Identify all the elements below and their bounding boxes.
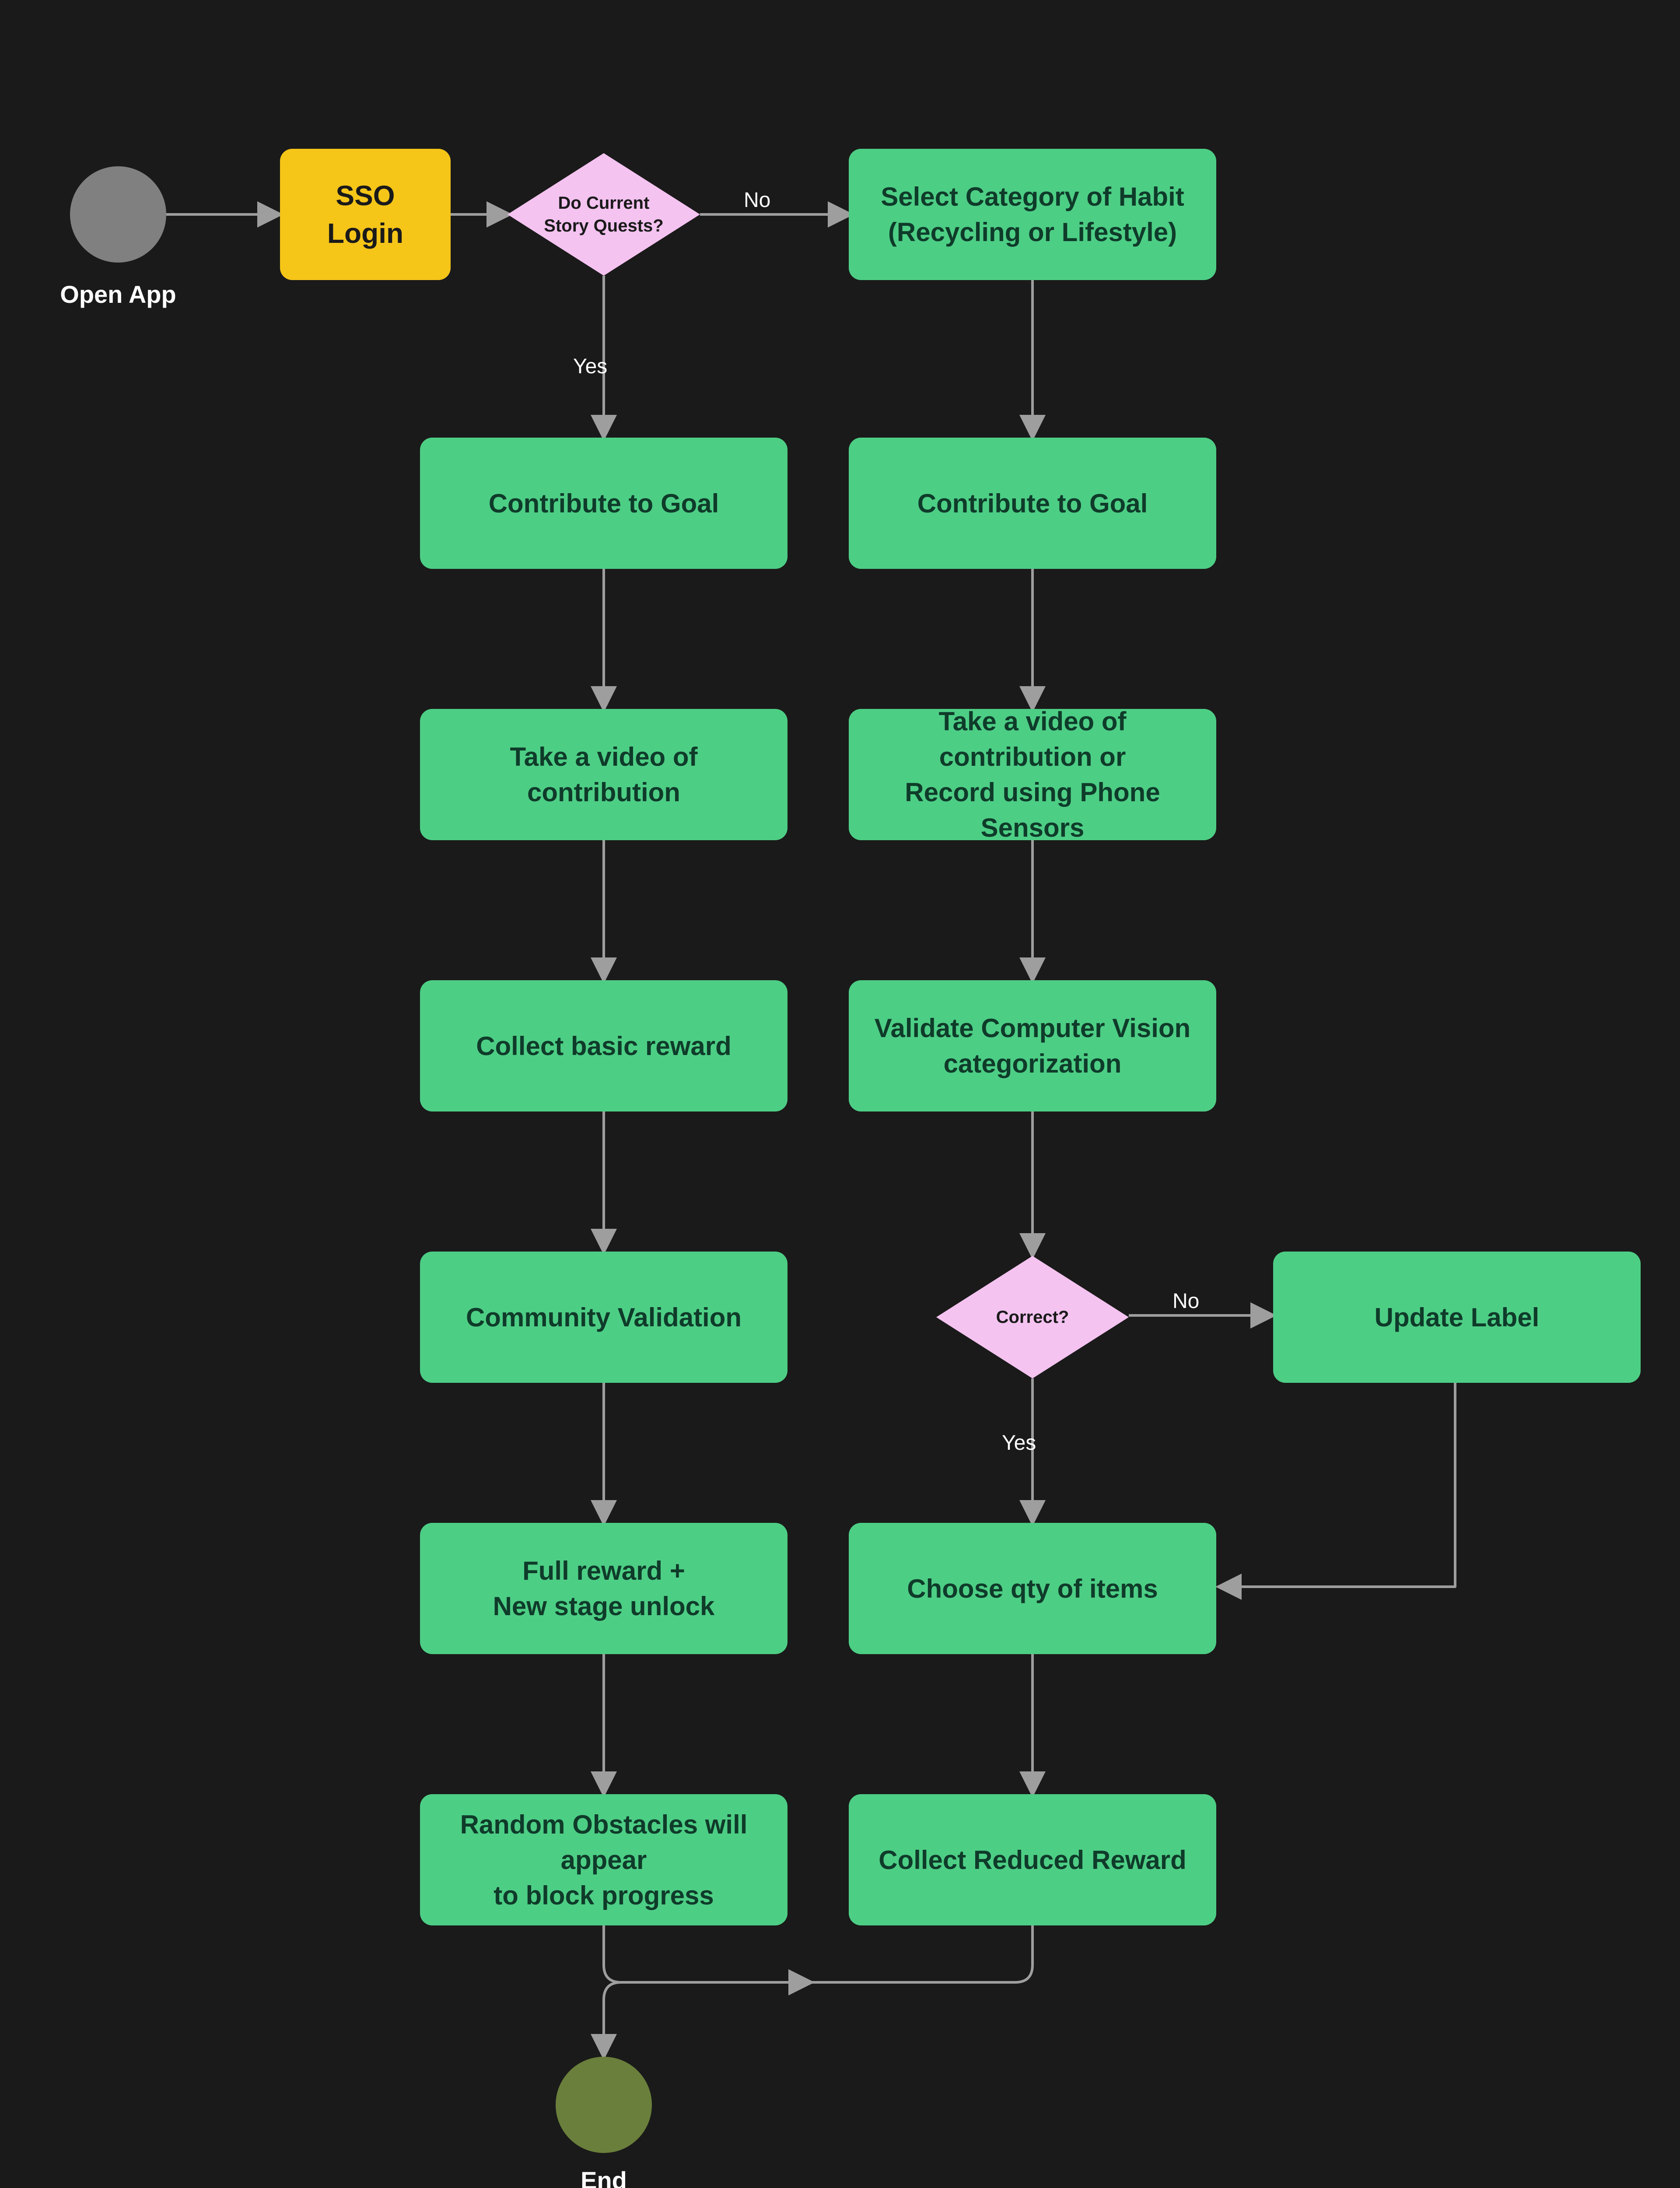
decision-correct-label: Correct? [996, 1306, 1069, 1329]
choose-qty: Choose qty of items [849, 1523, 1216, 1654]
collect-reduced-reward: Collect Reduced Reward [849, 1794, 1216, 1925]
contribute-goal-left: Contribute to Goal [420, 438, 788, 569]
edges-layer [0, 0, 1680, 2188]
sso-login-step: SSO Login [280, 149, 451, 280]
decision-story-quests: Do Current Story Quests? [508, 153, 700, 276]
choose-qty-label: Choose qty of items [907, 1571, 1158, 1606]
random-obstacles: Random Obstacles will appear to block pr… [420, 1794, 788, 1925]
contribute-goal-right: Contribute to Goal [849, 438, 1216, 569]
edge-label-yes-2: Yes [1002, 1431, 1036, 1455]
validate-cv: Validate Computer Vision categorization [849, 980, 1216, 1112]
sso-login-label: SSO Login [298, 177, 433, 252]
collect-basic-label: Collect basic reward [476, 1028, 732, 1064]
end-node [556, 2057, 652, 2153]
collect-basic-reward: Collect basic reward [420, 980, 788, 1112]
update-label-step: Update Label [1273, 1252, 1641, 1383]
edge-label-yes-1: Yes [573, 354, 607, 379]
full-reward-label: Full reward + New stage unlock [493, 1553, 715, 1624]
edge-label-no-2: No [1172, 1289, 1199, 1313]
select-category-step: Select Category of Habit (Recycling or L… [849, 149, 1216, 280]
take-video-left-label: Take a video of contribution [438, 739, 770, 810]
decision-story-label: Do Current Story Quests? [544, 192, 663, 237]
take-video-left: Take a video of contribution [420, 709, 788, 840]
community-validation-label: Community Validation [466, 1300, 742, 1335]
contribute-goal-left-label: Contribute to Goal [489, 486, 719, 521]
start-label: Open App [26, 280, 210, 309]
take-video-right-label: Take a video of contribution or Record u… [866, 704, 1199, 845]
validate-cv-label: Validate Computer Vision categorization [875, 1010, 1190, 1081]
start-node [70, 166, 166, 263]
flowchart-canvas: Open App SSO Login Do Current Story Ques… [0, 0, 1680, 2188]
random-obstacles-label: Random Obstacles will appear to block pr… [438, 1807, 770, 1913]
end-label: End [512, 2166, 696, 2188]
community-validation: Community Validation [420, 1252, 788, 1383]
decision-correct: Correct? [936, 1256, 1129, 1378]
update-label-text: Update Label [1375, 1300, 1540, 1335]
select-category-label: Select Category of Habit (Recycling or L… [881, 179, 1184, 250]
take-video-right: Take a video of contribution or Record u… [849, 709, 1216, 840]
edge-label-no-1: No [744, 188, 770, 212]
full-reward: Full reward + New stage unlock [420, 1523, 788, 1654]
collect-reduced-label: Collect Reduced Reward [878, 1842, 1186, 1878]
contribute-goal-right-label: Contribute to Goal [917, 486, 1148, 521]
